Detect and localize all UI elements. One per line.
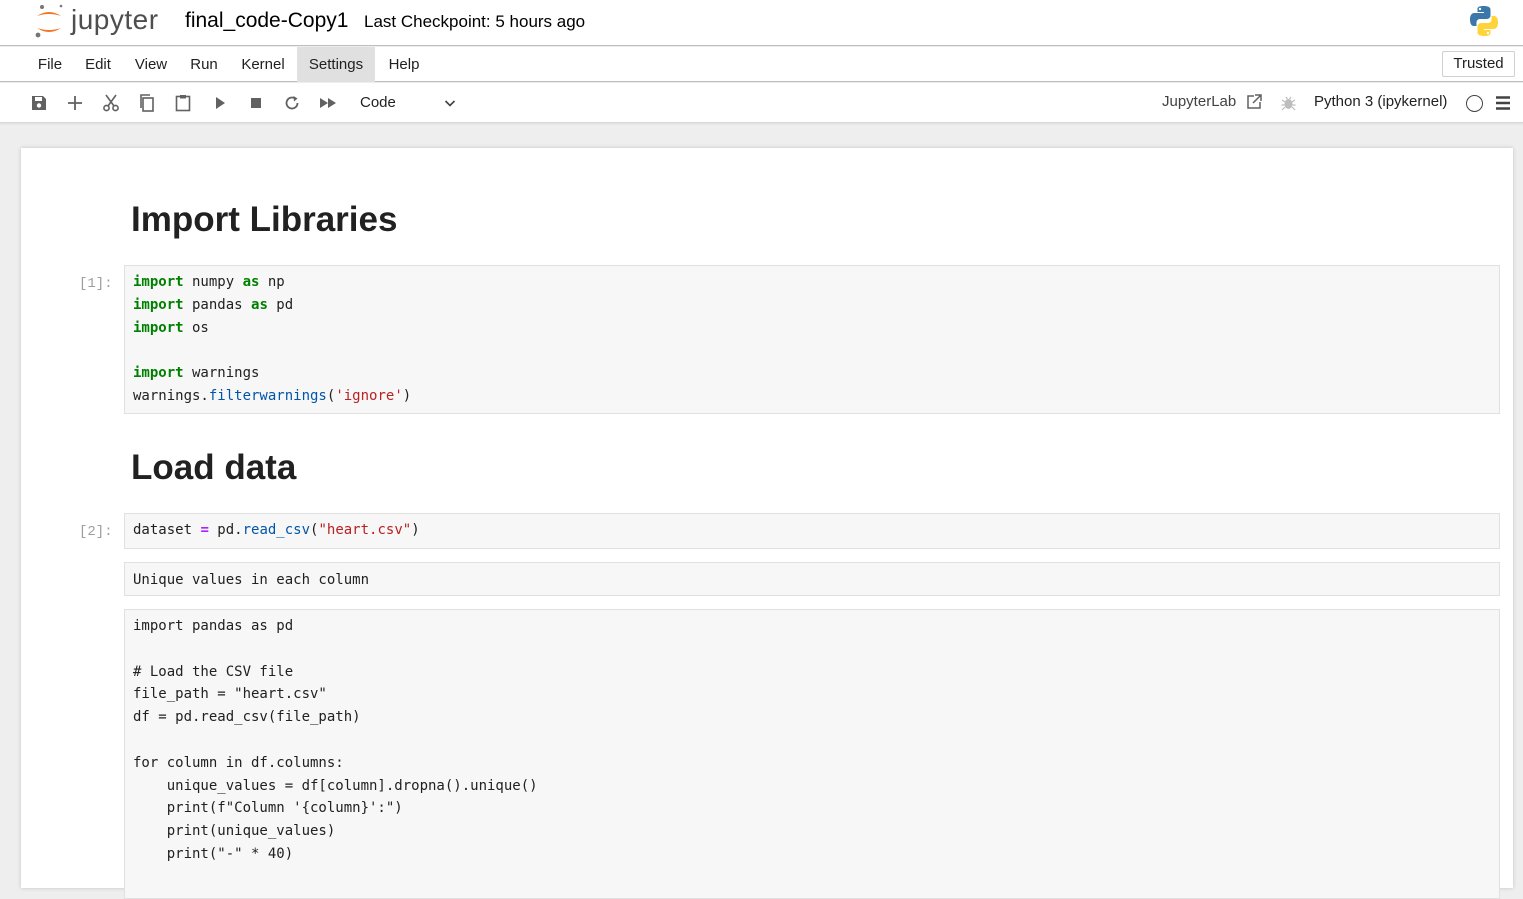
last-checkpoint: Last Checkpoint: 5 hours ago <box>364 12 586 31</box>
raw-cell-2[interactable]: import pandas as pd # Load the CSV file … <box>124 609 1500 899</box>
code-line: import os <box>133 319 209 336</box>
top-header: jupyter final_code-Copy1 Last Checkpoint… <box>0 0 1523 46</box>
add-cell-icon <box>68 96 82 110</box>
notebook-toolbar: Code JupyterLab Python 3 (ipykernel) <box>0 83 1523 123</box>
bug-icon[interactable] <box>1280 94 1297 111</box>
menu-view[interactable]: View <box>126 47 176 82</box>
code-cell-2[interactable]: dataset = pd.read_csv("heart.csv") <box>124 513 1500 549</box>
raw-line: print(unique_values) <box>133 823 336 840</box>
raw-cell-2-text[interactable]: import pandas as pd # Load the CSV file … <box>125 610 1499 866</box>
external-link-icon <box>1247 94 1262 109</box>
raw-line: print("-" * 40) <box>133 845 294 862</box>
kernel-name[interactable]: Python 3 (ipykernel) <box>1314 93 1447 110</box>
restart-icon <box>285 96 299 110</box>
raw-line: # Load the CSV file <box>133 663 294 680</box>
code-line: warnings.filterwarnings('ignore') <box>133 387 412 404</box>
open-jupyterlab-link[interactable]: JupyterLab <box>1162 93 1236 110</box>
python-logo-icon <box>1470 6 1498 36</box>
code-cell-1[interactable]: import numpy as np import pandas as pd i… <box>124 265 1500 414</box>
code-line: import pandas as pd <box>133 296 294 313</box>
trusted-indicator[interactable]: Trusted <box>1442 51 1515 77</box>
save-icon <box>32 96 46 110</box>
interrupt-button[interactable] <box>246 93 266 113</box>
paste-button[interactable] <box>173 93 193 113</box>
code-cell-1-source[interactable]: import numpy as np import pandas as pd i… <box>125 266 1499 408</box>
run-button[interactable] <box>210 93 230 113</box>
chevron-down-icon <box>444 100 456 107</box>
cut-button[interactable] <box>101 93 121 113</box>
code-line: import warnings <box>133 365 260 382</box>
hamburger-menu-icon[interactable] <box>1495 95 1511 111</box>
menu-kernel[interactable]: Kernel <box>232 47 294 82</box>
fast-forward-icon <box>320 98 336 108</box>
jupyter-logo-icon <box>35 4 63 38</box>
restart-run-all-button[interactable] <box>318 93 338 113</box>
notebook-panel[interactable]: Import Libraries [1]: import numpy as np… <box>21 148 1513 899</box>
logo-wordmark: jupyter <box>71 4 159 35</box>
cell-type-select[interactable]: Code <box>352 91 462 115</box>
markdown-heading-load-data[interactable]: Load data <box>131 448 296 488</box>
stop-icon <box>251 98 261 108</box>
raw-line: unique_values = df[column].dropna().uniq… <box>133 777 538 794</box>
cell-prompt-2: [2]: <box>79 524 113 540</box>
restart-button[interactable] <box>282 93 302 113</box>
raw-line: for column in df.columns: <box>133 754 344 771</box>
menu-settings[interactable]: Settings <box>297 47 375 82</box>
cut-icon <box>103 94 119 112</box>
code-cell-2-source[interactable]: dataset = pd.read_csv("heart.csv") <box>125 514 1499 542</box>
paste-icon <box>175 95 191 112</box>
run-icon <box>216 97 225 109</box>
raw-line: file_path = "heart.csv" <box>133 686 327 703</box>
raw-line: import pandas as pd <box>133 618 294 634</box>
menu-file[interactable]: File <box>30 47 70 82</box>
add-cell-button[interactable] <box>65 93 85 113</box>
markdown-heading-import[interactable]: Import Libraries <box>131 200 397 240</box>
raw-line: df = pd.read_csv(file_path) <box>133 709 361 726</box>
copy-button[interactable] <box>137 93 157 113</box>
menu-run[interactable]: Run <box>182 47 226 82</box>
cell-type-value: Code <box>360 94 396 111</box>
jupyter-logo[interactable]: jupyter <box>33 2 178 42</box>
cell-prompt-1: [1]: <box>79 276 113 292</box>
raw-line: print(f"Column '{column}':") <box>133 800 403 817</box>
save-button[interactable] <box>29 93 49 113</box>
menu-edit[interactable]: Edit <box>76 47 120 82</box>
raw-cell-1[interactable]: Unique values in each column <box>124 562 1500 596</box>
raw-cell-1-text[interactable]: Unique values in each column <box>125 563 1499 592</box>
notebook-title[interactable]: final_code-Copy1 <box>185 9 348 33</box>
code-line: import numpy as np <box>133 274 285 290</box>
kernel-status-icon <box>1466 95 1483 112</box>
menu-help[interactable]: Help <box>380 47 428 82</box>
copy-icon <box>140 94 154 112</box>
menu-bar: File Edit View Run Kernel Settings Help … <box>0 47 1523 82</box>
